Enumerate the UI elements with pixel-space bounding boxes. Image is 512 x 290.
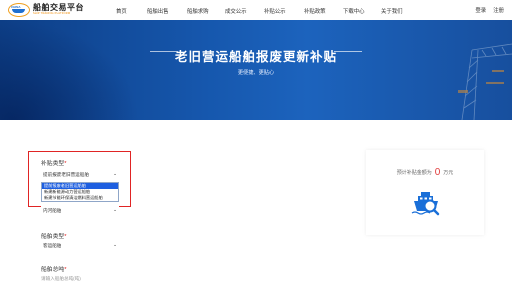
- nav-download-center[interactable]: 下载中心: [343, 7, 365, 15]
- nav-subsidy-policy[interactable]: 补贴政策: [304, 7, 326, 15]
- gross-tonnage-label: 船舶总吨*: [41, 267, 67, 273]
- nav-subsidy-notice[interactable]: 补贴公示: [264, 7, 286, 15]
- ship-type-label: 船舶类型*: [41, 234, 67, 240]
- ship-search-icon: [411, 192, 440, 216]
- dropdown-option[interactable]: 新建节能环保清洁燃料营运船舶: [42, 195, 118, 201]
- required-marker: *: [64, 234, 67, 240]
- estimate-amount: 0: [434, 167, 441, 178]
- subsidy-type-dropdown[interactable]: 提前报废老旧营运船舶 新建新能源动力营运船舶 新建节能环保清洁燃料营运船舶: [41, 182, 119, 202]
- logo-tagline: SHIP TRADING PLATFORM: [33, 12, 71, 16]
- hero-banner: 老旧营运船舶报废更新补贴 更便捷、更贴心: [0, 20, 512, 120]
- gross-tonnage-input[interactable]: 请输入船舶总吨(吨): [41, 276, 81, 282]
- login-link[interactable]: 登录: [475, 6, 486, 14]
- estimate-unit: 万元: [443, 170, 454, 176]
- estimate-label: 预计补贴金额为: [396, 170, 432, 176]
- top-header: CHINA 船舶交易平台 SHIP TRADING PLATFORM 首页 船舶…: [0, 0, 512, 20]
- banner-title: 老旧营运船舶报废更新补贴: [174, 50, 337, 64]
- estimate-card: 预计补贴金额为 0 万元: [366, 150, 484, 235]
- chevron-down-icon: ⌄: [113, 242, 117, 247]
- register-link[interactable]: 注册: [493, 6, 504, 14]
- logo-name: 船舶交易平台: [33, 3, 84, 13]
- site-logo[interactable]: CHINA 船舶交易平台 SHIP TRADING PLATFORM: [8, 2, 84, 18]
- nav-ship-purchase[interactable]: 船舶求购: [187, 7, 209, 15]
- nav-ship-sale[interactable]: 船舶出售: [147, 7, 169, 15]
- nav-home[interactable]: 首页: [116, 7, 127, 15]
- ship-category-select[interactable]: 内河船舶 ⌄: [41, 206, 119, 215]
- required-marker: *: [64, 267, 67, 273]
- nav-about-us[interactable]: 关于我们: [381, 7, 403, 15]
- nav-deal-notice[interactable]: 成交公示: [225, 7, 247, 15]
- logo-icon: CHINA: [8, 3, 30, 17]
- title-line-right: [334, 51, 362, 52]
- ship-type-select[interactable]: 客运船舶 ⌄: [41, 241, 119, 250]
- estimate-line: 预计补贴金额为 0 万元: [366, 167, 484, 178]
- banner-subtitle: 更便捷、更贴心: [237, 70, 275, 76]
- chevron-down-icon: ⌄: [113, 207, 117, 212]
